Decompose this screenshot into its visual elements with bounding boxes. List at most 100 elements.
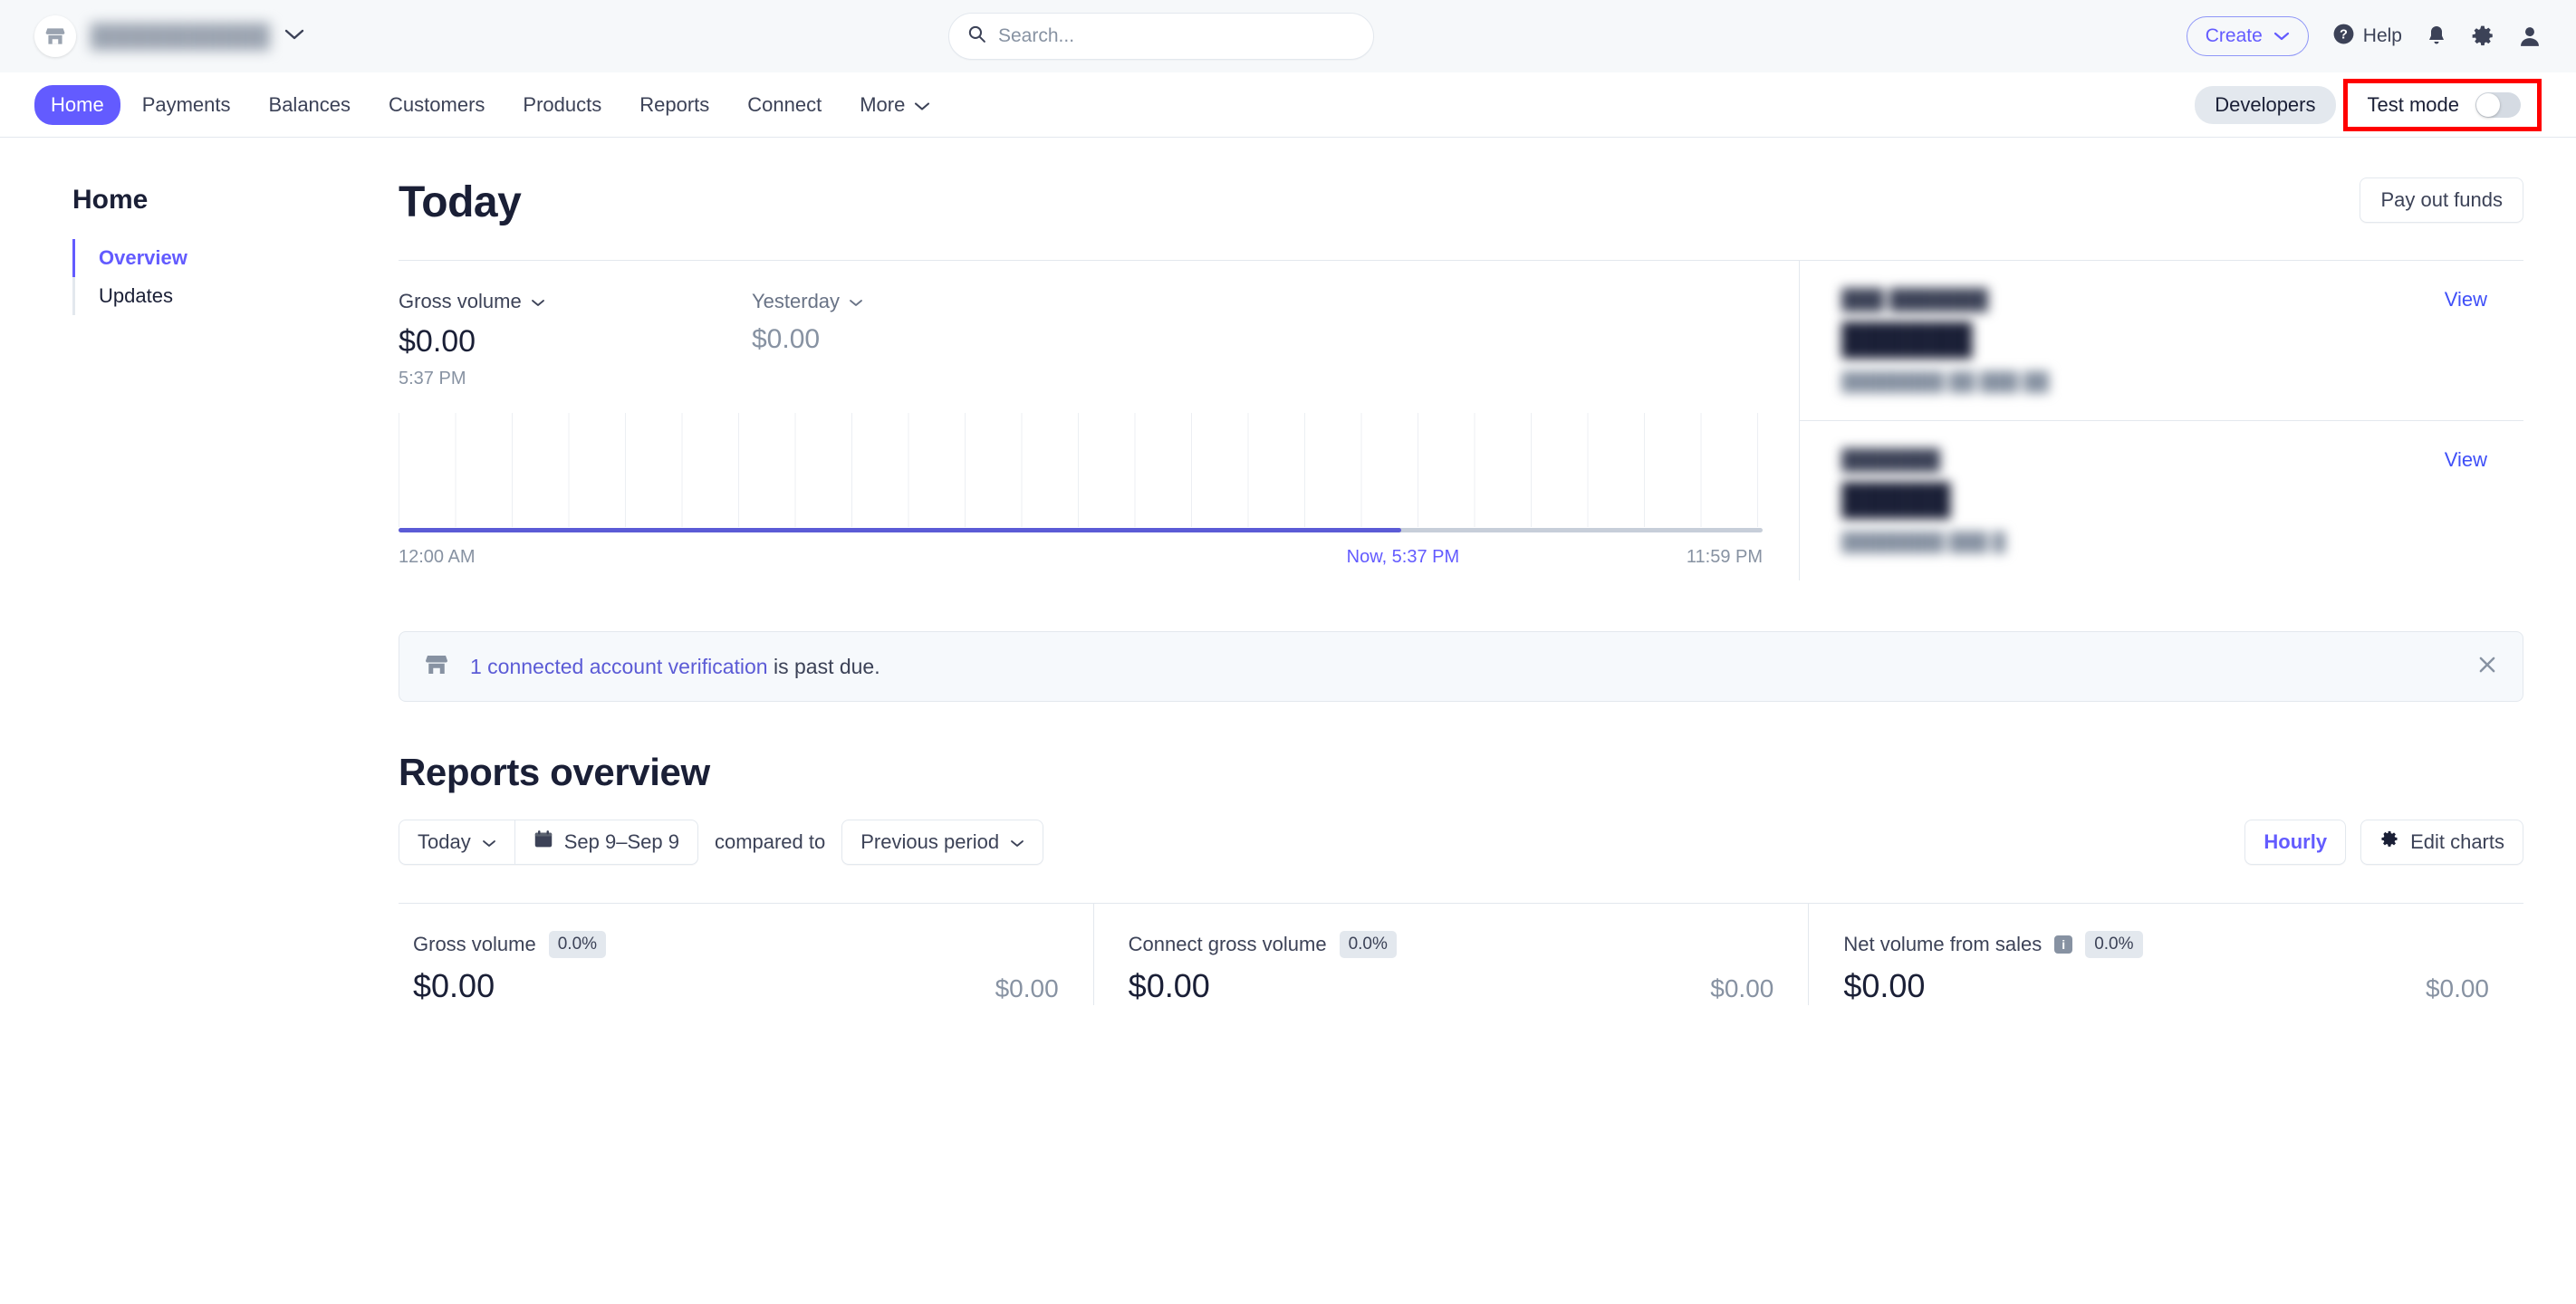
date-range-group: Today Sep 9–Sep 9: [399, 820, 698, 865]
report-card-label: Net volume from sales: [1843, 933, 2043, 955]
balance-amount: ██████: [1841, 322, 1973, 357]
help-button[interactable]: ? Help: [2332, 23, 2402, 51]
edit-charts-button[interactable]: Edit charts: [2360, 820, 2523, 865]
create-button-label: Create: [2205, 25, 2263, 46]
yesterday-metric: Yesterday $0.00: [752, 290, 1105, 389]
report-card-label: Connect gross volume: [1128, 933, 1327, 955]
report-card-gross-volume: Gross volume 0.0% $0.00 $0.00: [399, 904, 1093, 1005]
balance-card-body: ███████ █████ ████████ ███ █: [1841, 448, 2445, 553]
gross-volume-timestamp: 5:37 PM: [399, 369, 466, 388]
today-title: Today: [399, 178, 522, 226]
date-range-label: Sep 9–Sep 9: [563, 830, 679, 853]
report-card-header: Gross volume 0.0%: [413, 931, 1059, 958]
nav-tab-connect[interactable]: Connect: [731, 85, 838, 125]
chevron-down-icon: [2273, 25, 2290, 47]
info-icon[interactable]: i: [2054, 935, 2073, 954]
report-card-net-volume-from-sales: Net volume from sales i 0.0% $0.00 $0.00: [1808, 904, 2523, 1005]
chevron-down-icon: [482, 830, 496, 854]
test-mode-toggle[interactable]: [2475, 91, 2521, 118]
sidebar: Home Overview Updates: [0, 138, 399, 1304]
yesterday-selector[interactable]: Yesterday: [752, 290, 1105, 313]
bell-icon[interactable]: [2426, 24, 2447, 48]
report-cards: Gross volume 0.0% $0.00 $0.00 Connect gr…: [399, 903, 2523, 1005]
gross-volume-selector[interactable]: Gross volume: [399, 290, 752, 313]
balance-title: ███ ███████: [1841, 288, 1988, 311]
chart-gridlines: [399, 413, 1763, 527]
chevron-down-icon: [284, 28, 304, 45]
gross-volume-value: $0.00: [399, 324, 476, 359]
report-card-compare-value: $0.00: [995, 974, 1059, 1002]
sidebar-item-overview[interactable]: Overview: [72, 239, 399, 277]
calendar-icon: [533, 829, 553, 855]
interval-button-hourly[interactable]: Hourly: [2244, 820, 2347, 865]
range-preset-select[interactable]: Today: [399, 820, 514, 864]
gross-volume-chart-panel: Gross volume $0.00 5:37 PM Yesterday $0.…: [399, 261, 1799, 580]
close-icon[interactable]: [2477, 654, 2497, 679]
page-title: Home: [72, 185, 149, 215]
compare-period-label: Previous period: [860, 830, 1000, 853]
sidebar-item-updates[interactable]: Updates: [75, 277, 399, 315]
report-card-compare-value: $0.00: [1710, 974, 1774, 1002]
compare-period-select[interactable]: Previous period: [841, 820, 1044, 865]
help-circle-icon: ?: [2332, 23, 2355, 51]
page-body: Home Overview Updates Today Pay out fund…: [0, 138, 2576, 1304]
search-box[interactable]: [948, 13, 1374, 60]
verification-link[interactable]: 1 connected account verification: [470, 655, 768, 678]
reports-controls-right: Hourly Edit charts: [2244, 820, 2523, 865]
chevron-down-icon: [1010, 830, 1024, 854]
gross-volume-label: Gross volume: [399, 290, 522, 312]
report-card-value: $0.00: [1843, 967, 1926, 1004]
storefront-icon: [423, 651, 450, 683]
pay-out-funds-button[interactable]: Pay out funds: [2360, 177, 2523, 223]
report-card-values: $0.00 $0.00: [1129, 967, 1774, 1005]
report-card-change-badge: 0.0%: [548, 931, 607, 958]
gross-volume-metric: Gross volume $0.00 5:37 PM: [399, 290, 752, 389]
gross-volume-chart[interactable]: [399, 413, 1763, 532]
report-card-value: $0.00: [413, 967, 495, 1004]
nav-tab-customers[interactable]: Customers: [372, 85, 501, 125]
balance-subtext: ████████ ███ █: [1841, 532, 2006, 552]
account-switcher[interactable]: ███████████: [34, 15, 304, 57]
nav-tab-products[interactable]: Products: [506, 85, 618, 125]
chevron-down-icon: [849, 290, 863, 313]
date-range-picker[interactable]: Sep 9–Sep 9: [514, 820, 697, 864]
nav-tab-balances[interactable]: Balances: [253, 85, 368, 125]
today-panels: Gross volume $0.00 5:37 PM Yesterday $0.…: [399, 260, 2523, 580]
search-container: [948, 13, 1374, 60]
sidebar-list: Overview Updates: [72, 239, 399, 315]
sidebar-item-label: Updates: [99, 284, 173, 307]
gear-icon: [2379, 829, 2399, 855]
report-card-header: Connect gross volume 0.0%: [1129, 931, 1774, 958]
balance-card-body: ███ ███████ ██████ ████████ ██ ███ ██: [1841, 288, 2445, 393]
report-card-label: Gross volume: [413, 933, 536, 955]
nav-tab-label: Connect: [747, 92, 822, 116]
yesterday-label: Yesterday: [752, 290, 841, 312]
report-card-change-badge: 0.0%: [1339, 931, 1397, 958]
balance-view-link[interactable]: View: [2445, 288, 2487, 312]
top-bar: ███████████ Create: [0, 0, 2576, 72]
nav-tab-label: Products: [523, 92, 602, 116]
report-card-compare-value: $0.00: [2425, 974, 2490, 1002]
search-input[interactable]: [998, 25, 1355, 47]
developers-button[interactable]: Developers: [2195, 85, 2336, 124]
gear-icon[interactable]: [2471, 24, 2494, 48]
axis-label-now: Now, 5:37 PM: [1346, 547, 1460, 567]
search-icon: [967, 24, 986, 48]
test-mode-control[interactable]: Test mode: [2342, 78, 2542, 131]
nav-tab-more[interactable]: More: [843, 85, 947, 125]
balance-amount: █████: [1841, 483, 1951, 517]
create-button[interactable]: Create: [2186, 16, 2309, 56]
storefront-icon: [34, 15, 76, 57]
balance-card-payouts: ███████ █████ ████████ ███ █ View: [1800, 420, 2523, 580]
chart-x-axis: 12:00 AM Now, 5:37 PM 11:59 PM: [399, 547, 1763, 568]
user-icon[interactable]: [2518, 24, 2542, 48]
nav-tab-home[interactable]: Home: [34, 84, 120, 125]
banner-rest-text: is past due.: [767, 654, 880, 678]
nav-tab-reports[interactable]: Reports: [623, 85, 726, 125]
chevron-down-icon: [914, 93, 930, 117]
nav-tab-payments[interactable]: Payments: [126, 85, 247, 125]
payouts-view-link[interactable]: View: [2445, 448, 2487, 472]
nav-tab-label: Balances: [268, 92, 351, 116]
svg-text:?: ?: [2340, 27, 2348, 42]
nav-tab-label: Payments: [141, 92, 231, 116]
